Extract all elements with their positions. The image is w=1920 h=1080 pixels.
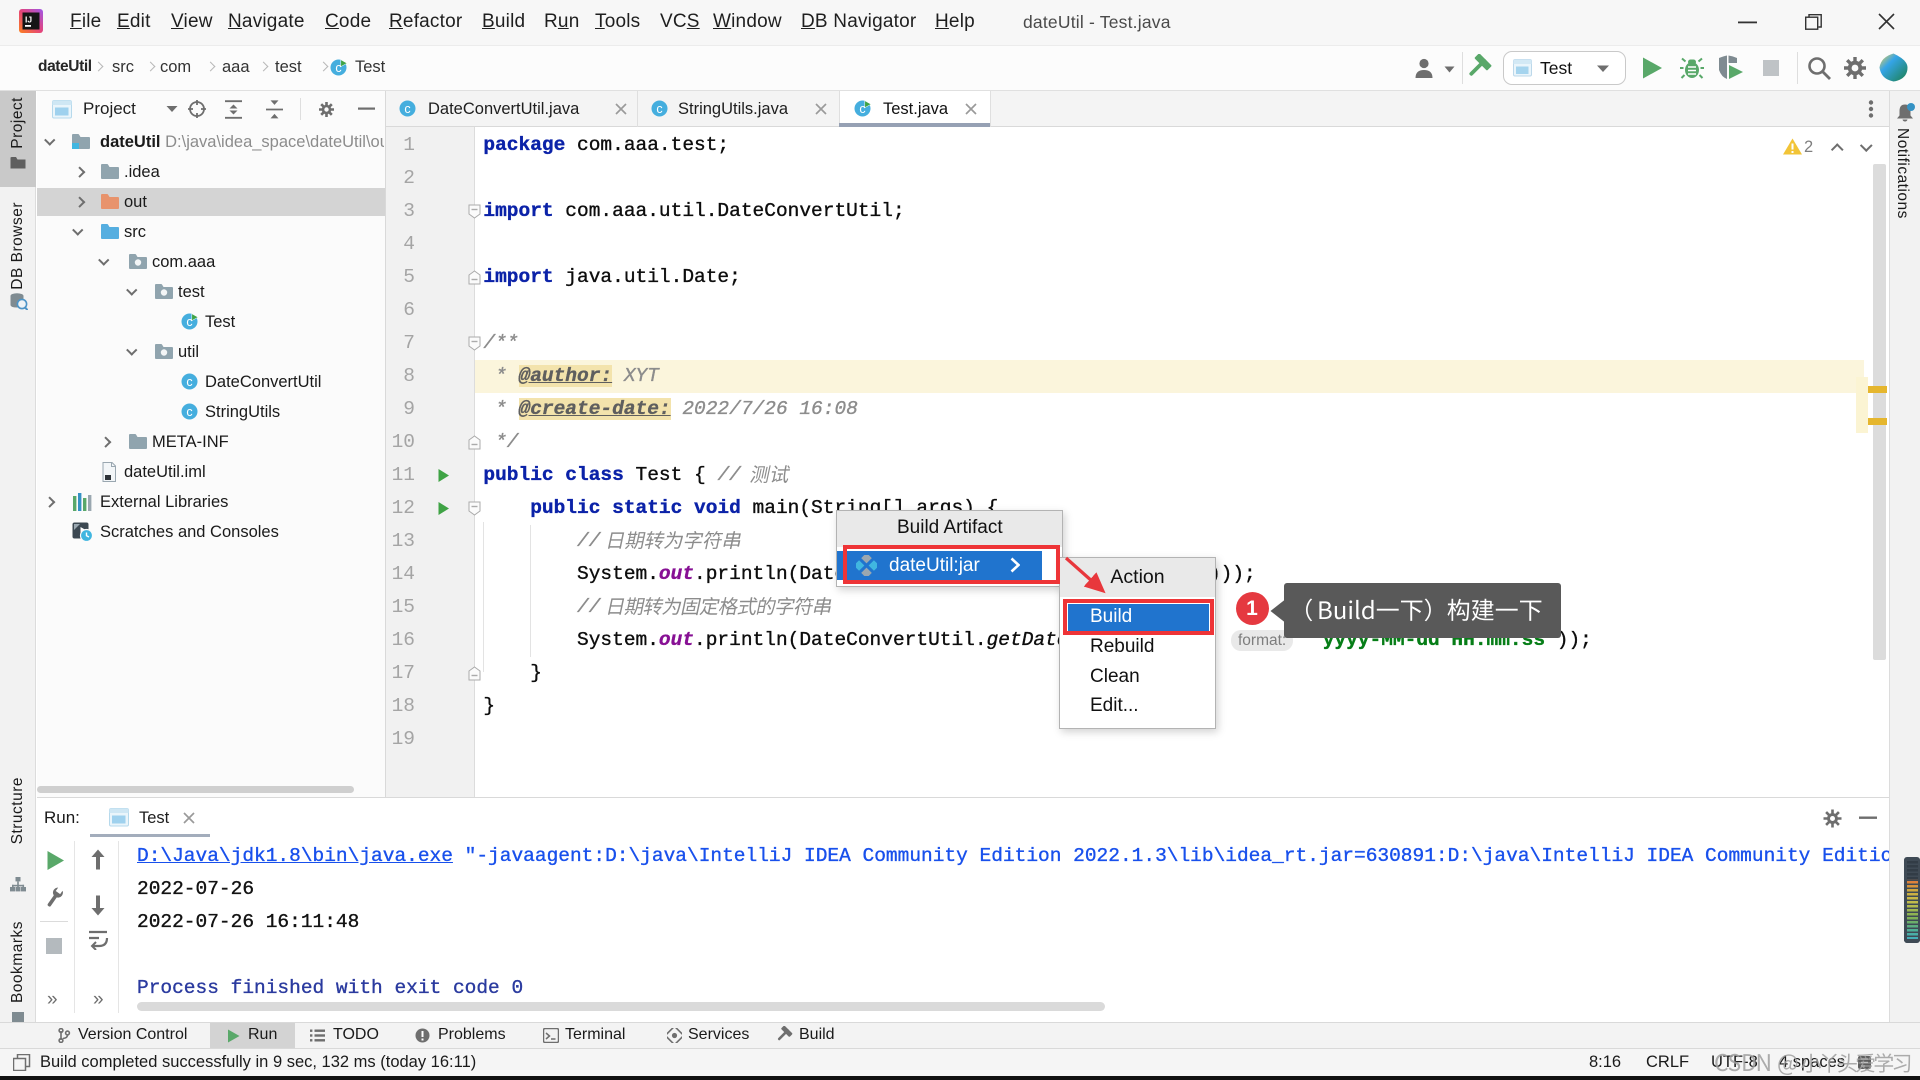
svg-text:c: c <box>186 375 192 389</box>
svg-text:IJ: IJ <box>25 15 32 25</box>
svg-text:c: c <box>656 102 662 116</box>
svg-text:c: c <box>404 102 410 116</box>
svg-text:c: c <box>186 405 192 419</box>
